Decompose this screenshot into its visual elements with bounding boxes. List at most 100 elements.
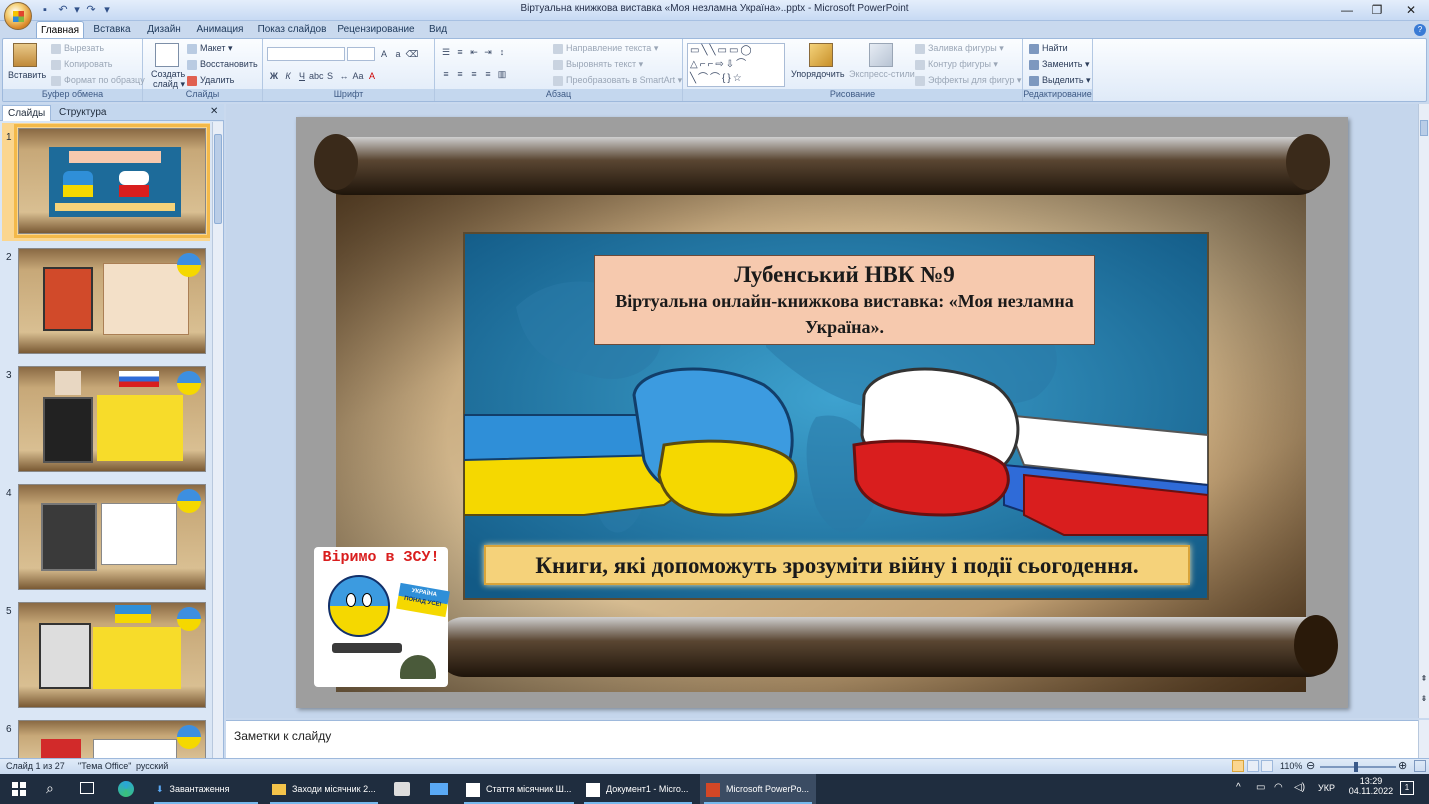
store-icon[interactable] [394, 782, 410, 796]
zoom-in-icon[interactable]: ⊕ [1398, 759, 1407, 772]
increase-indent-button[interactable]: ⇥ [481, 45, 495, 59]
arrange-icon[interactable] [809, 43, 833, 67]
wifi-icon[interactable]: ◠ [1274, 782, 1283, 793]
input-language[interactable]: УКР [1318, 783, 1335, 793]
tab-animation[interactable]: Анимация [192, 21, 248, 38]
align-center-button[interactable]: ≡ [453, 67, 467, 81]
theme-name[interactable]: "Тема Office" [78, 761, 131, 771]
strikethrough-button[interactable]: abc [309, 69, 324, 83]
task-view-icon[interactable] [80, 782, 94, 794]
paste-button[interactable]: Вставить [8, 70, 46, 80]
zoom-level[interactable]: 110% [1280, 761, 1302, 771]
restore-button[interactable]: ❐ [1362, 0, 1392, 20]
notification-icon[interactable]: 1 [1400, 781, 1414, 795]
new-slide-icon[interactable] [155, 43, 179, 67]
close-button[interactable]: ✕ [1396, 0, 1426, 20]
paste-icon[interactable] [13, 43, 37, 67]
arrange-button[interactable]: Упорядочить [791, 69, 845, 79]
normal-view-button[interactable] [1232, 760, 1244, 772]
fit-window-icon[interactable] [1414, 760, 1426, 772]
spacing-button[interactable]: ↔ [337, 69, 351, 83]
layout-button[interactable]: Макет ▾ [187, 43, 233, 54]
case-button[interactable]: Aa [351, 69, 365, 83]
support-badge[interactable]: Віримо в ЗСУ! УКРАЇНА ПОНАД УСЕ! [314, 547, 450, 687]
delete-slide-button[interactable]: Удалить [187, 75, 234, 86]
line-spacing-button[interactable]: ↕ [495, 45, 509, 59]
shrink-font-button[interactable]: a [391, 47, 405, 61]
edge-icon[interactable] [118, 781, 134, 797]
shadow-button[interactable]: S [323, 69, 337, 83]
slide-thumbnail-3[interactable] [18, 366, 206, 472]
shapes-gallery[interactable]: ▭╲╲▭▭◯ △⌐⌐⇨⇩⌒ ╲⌒⌒{}☆ [687, 43, 785, 87]
slide-thumbnail-5[interactable] [18, 602, 206, 708]
mail-icon[interactable] [430, 783, 448, 795]
text-direction-button[interactable]: Направление текста ▾ [553, 43, 658, 54]
slide-thumbnail-1[interactable] [14, 124, 210, 238]
language[interactable]: русский [136, 761, 168, 771]
notes-pane[interactable]: Заметки к слайду [226, 720, 1418, 758]
windows-start-icon[interactable] [12, 782, 26, 796]
main-scroll-thumb[interactable] [1420, 120, 1428, 136]
smartart-button[interactable]: Преобразовать в SmartArt ▾ [553, 75, 682, 86]
tab-slideshow[interactable]: Показ слайдов [256, 21, 328, 38]
underline-button[interactable]: Ч [295, 69, 309, 83]
next-slide-icon[interactable]: ⇟ [1419, 694, 1429, 703]
taskbar-folder[interactable]: Заходи місячник 2... [266, 774, 382, 804]
search-icon[interactable]: ⌕ [46, 780, 54, 797]
reset-button[interactable]: Восстановить [187, 59, 258, 70]
shape-effects-button[interactable]: Эффекты для фигур ▾ [915, 75, 1021, 86]
format-painter-button[interactable]: Формат по образцу [51, 75, 145, 86]
thumbnails-scrollbar[interactable] [212, 122, 223, 758]
decrease-indent-button[interactable]: ⇤ [467, 45, 481, 59]
align-text-button[interactable]: Выровнять текст ▾ [553, 59, 643, 70]
align-right-button[interactable]: ≡ [467, 67, 481, 81]
notes-scrollbar[interactable] [1418, 720, 1429, 758]
cut-button[interactable]: Вырезать [51, 43, 104, 54]
help-icon[interactable]: ? [1414, 24, 1426, 36]
slideshow-view-button[interactable] [1261, 760, 1274, 772]
find-button[interactable]: Найти [1029, 43, 1068, 54]
shape-fill-button[interactable]: Заливка фигуры ▾ [915, 43, 1004, 54]
columns-button[interactable]: ▥ [495, 67, 509, 81]
slide-thumbnail-4[interactable] [18, 484, 206, 590]
grow-font-button[interactable]: A [377, 47, 391, 61]
tab-outline[interactable]: Структура [54, 105, 111, 121]
new-slide-label-1[interactable]: Создать [151, 69, 185, 79]
tab-slides[interactable]: Слайды [2, 105, 52, 121]
tab-insert[interactable]: Вставка [90, 21, 134, 38]
quick-styles-icon[interactable] [869, 43, 893, 67]
prev-slide-icon[interactable]: ⇞ [1419, 674, 1429, 683]
taskbar-word-2[interactable]: Документ1 - Micro... [580, 774, 696, 804]
office-button[interactable] [4, 2, 32, 30]
copy-button[interactable]: Копировать [51, 59, 112, 70]
quick-styles-button[interactable]: Экспресс-стили [849, 69, 915, 79]
tab-design[interactable]: Дизайн [142, 21, 186, 38]
taskbar-word-1[interactable]: Стаття місячник Ш... [460, 774, 578, 804]
tab-view[interactable]: Вид [424, 21, 452, 38]
scroll-thumb[interactable] [214, 134, 222, 224]
clear-format-button[interactable]: ⌫ [405, 47, 419, 61]
numbering-button[interactable]: ≡ [453, 45, 467, 59]
shape-outline-button[interactable]: Контур фигуры ▾ [915, 59, 998, 70]
bullets-button[interactable]: ☰ [439, 45, 453, 59]
font-size-combo[interactable] [347, 47, 375, 61]
select-button[interactable]: Выделить ▾ [1029, 75, 1091, 86]
tab-review[interactable]: Рецензирование [336, 21, 416, 38]
align-left-button[interactable]: ≡ [439, 67, 453, 81]
zoom-slider-thumb[interactable] [1354, 762, 1358, 772]
show-hidden-icons[interactable]: ^ [1236, 782, 1241, 793]
close-pane-icon[interactable]: ✕ [210, 106, 218, 117]
main-scrollbar[interactable]: ⇞ ⇟ [1418, 104, 1429, 718]
taskbar-downloads[interactable]: ⬇ Завантаження [150, 774, 262, 804]
taskbar-powerpoint[interactable]: Microsoft PowerPo... [700, 774, 816, 804]
clock[interactable]: 13:29 04.11.2022 [1346, 776, 1396, 796]
current-slide[interactable]: Лубенський НВК №9 Віртуальна онлайн-книж… [296, 117, 1348, 708]
replace-button[interactable]: Заменить ▾ [1029, 59, 1089, 70]
zoom-slider[interactable] [1320, 762, 1396, 772]
network-icon[interactable]: ▭ [1256, 782, 1265, 793]
slide-thumbnail-2[interactable] [18, 248, 206, 354]
font-color-button[interactable]: A [365, 69, 379, 83]
slide-caption[interactable]: Книги, які допоможуть зрозуміти війну і … [484, 545, 1190, 585]
tab-home[interactable]: Главная [36, 21, 84, 38]
sorter-view-button[interactable] [1246, 760, 1259, 772]
